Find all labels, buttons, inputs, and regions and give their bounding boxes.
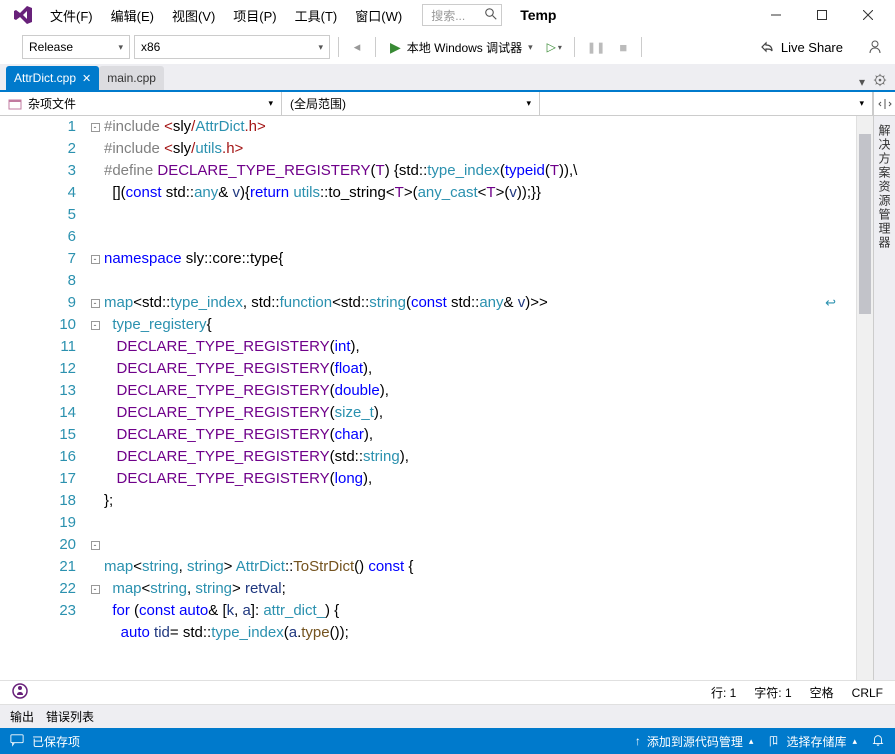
separator [641,37,642,57]
menu-project[interactable]: 项目(P) [225,2,284,29]
platform-combo[interactable]: x86▾ [134,35,330,59]
editor-status-bar: 行: 1 字符: 1 空格 CRLF [0,680,895,704]
tab-options-icon[interactable] [873,73,887,90]
split-icon [878,97,892,111]
title-bar: 文件(F) 编辑(E) 视图(V) 项目(P) 工具(T) 窗口(W) 搜索..… [0,0,895,30]
menu-tools[interactable]: 工具(T) [287,2,346,29]
vs-logo-icon [12,4,34,26]
admin-button[interactable] [863,35,887,59]
select-repo-button[interactable]: 选择存储库 ▴ [767,733,857,750]
search-placeholder: 搜索... [431,7,465,24]
indent-indicator[interactable]: 空格 [810,684,834,701]
person-icon [867,39,883,55]
chevron-down-icon: ▾ [318,42,323,53]
toolbar: Release▾ x86▾ ◂ ▶ 本地 Windows 调试器 ▾ ▷▾ ❚❚… [0,30,895,64]
eol-indicator[interactable]: CRLF [852,686,883,700]
separator [574,37,575,57]
chevron-down-icon: ▾ [268,98,273,109]
search-input[interactable]: 搜索... [422,4,502,26]
chevron-up-icon: ▴ [749,736,754,747]
configuration-combo[interactable]: Release▾ [22,35,130,59]
chevron-down-icon: ▾ [528,42,533,53]
document-tab-strip: AttrDict.cpp ✕ main.cpp ▾ [0,64,895,90]
project-icon [8,97,22,111]
menu-edit[interactable]: 编辑(E) [103,2,162,29]
notifications-icon[interactable] [871,733,885,750]
tab-attrdict[interactable]: AttrDict.cpp ✕ [6,66,99,90]
code-editor[interactable]: 1234567891011121314151617181920212223 --… [0,116,873,680]
error-list-tab[interactable]: 错误列表 [46,708,94,725]
maximize-button[interactable] [799,0,845,30]
intellicode-icon[interactable] [12,683,28,702]
stop-debug-button[interactable]: ■ [613,35,633,59]
window-controls [753,0,891,30]
chevron-up-icon: ▴ [852,736,857,747]
scope-combo-1[interactable]: 杂项文件 ▾ [0,92,282,115]
scope-combo-3[interactable]: ▾ [540,92,873,115]
solution-explorer-tab[interactable]: 解决方案资源管理器 [873,116,895,680]
start-debug-button[interactable]: ▶ 本地 Windows 调试器 ▾ [384,35,539,59]
output-tab[interactable]: 输出 [10,708,34,725]
status-saved: 已保存项 [32,733,80,750]
line-indicator[interactable]: 行: 1 [711,684,736,701]
separator [375,37,376,57]
minimize-button[interactable] [753,0,799,30]
live-share-button[interactable]: Live Share [751,39,851,55]
play-icon: ▶ [390,39,401,56]
arrow-up-icon: ↑ [635,734,641,748]
menu-window[interactable]: 窗口(W) [347,2,410,29]
bottom-panel-tabs: 输出 错误列表 [0,704,895,728]
feedback-icon[interactable] [10,733,24,750]
code-area[interactable]: #include <sly/AttrDict.h>#include <sly/u… [102,116,856,680]
pause-debug-button[interactable]: ❚❚ [583,35,609,59]
scope-combo-2[interactable]: (全局范围) ▾ [282,92,540,115]
vertical-scrollbar[interactable] [856,116,873,680]
close-button[interactable] [845,0,891,30]
status-bar: 已保存项 ↑ 添加到源代码管理 ▴ 选择存储库 ▴ [0,728,895,754]
search-icon [485,8,497,23]
tab-overflow-button[interactable]: ▾ [859,75,865,89]
line-number-gutter: 1234567891011121314151617181920212223 [0,116,88,680]
chevron-down-icon: ▾ [859,98,864,109]
live-share-icon [759,39,775,55]
context-bar: 杂项文件 ▾ (全局范围) ▾ ▾ [0,90,895,116]
menu-view[interactable]: 视图(V) [164,2,223,29]
col-indicator[interactable]: 字符: 1 [754,684,791,701]
repo-icon [767,735,780,748]
menu-file[interactable]: 文件(F) [42,2,101,29]
add-source-control-button[interactable]: ↑ 添加到源代码管理 ▴ [635,733,754,750]
chevron-down-icon: ▾ [526,98,531,109]
menu-bar: 文件(F) 编辑(E) 视图(V) 项目(P) 工具(T) 窗口(W) [42,2,410,29]
scrollbar-thumb[interactable] [859,134,871,314]
fold-gutter[interactable]: ------ [88,116,102,680]
solution-name: Temp [520,7,556,23]
split-editor-button[interactable] [873,92,895,115]
start-nodeb-button[interactable]: ▷▾ [543,35,566,59]
separator [338,37,339,57]
pin-icon[interactable]: ✕ [82,72,91,85]
tab-main[interactable]: main.cpp [99,66,164,90]
nav-prev-button[interactable]: ◂ [347,35,367,59]
chevron-down-icon: ▾ [118,42,123,53]
